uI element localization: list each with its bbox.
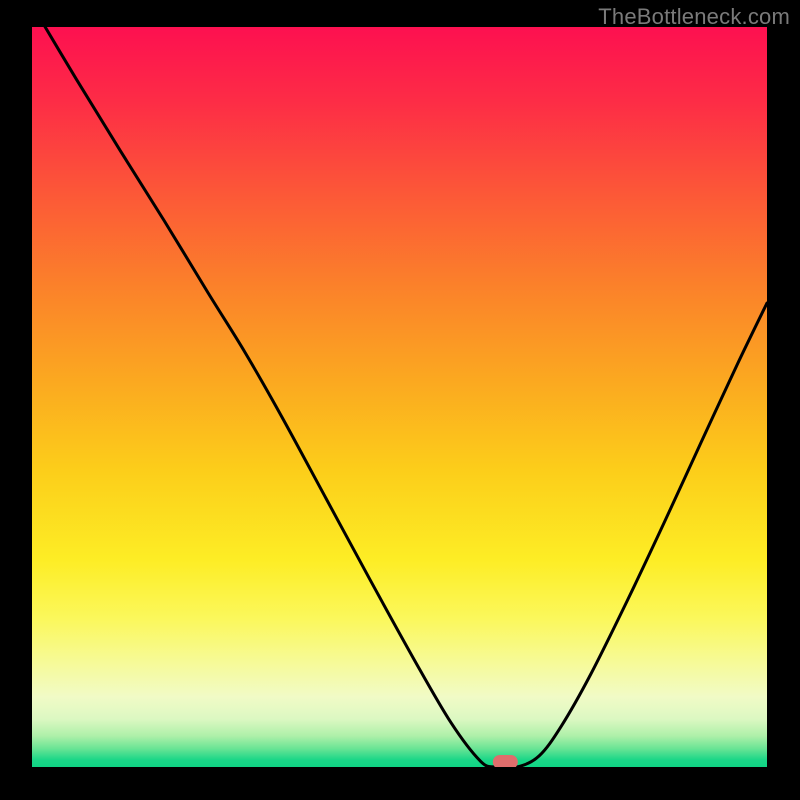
chart-frame: TheBottleneck.com [0,0,800,800]
bottleneck-chart [0,0,800,800]
watermark-label: TheBottleneck.com [598,4,790,30]
